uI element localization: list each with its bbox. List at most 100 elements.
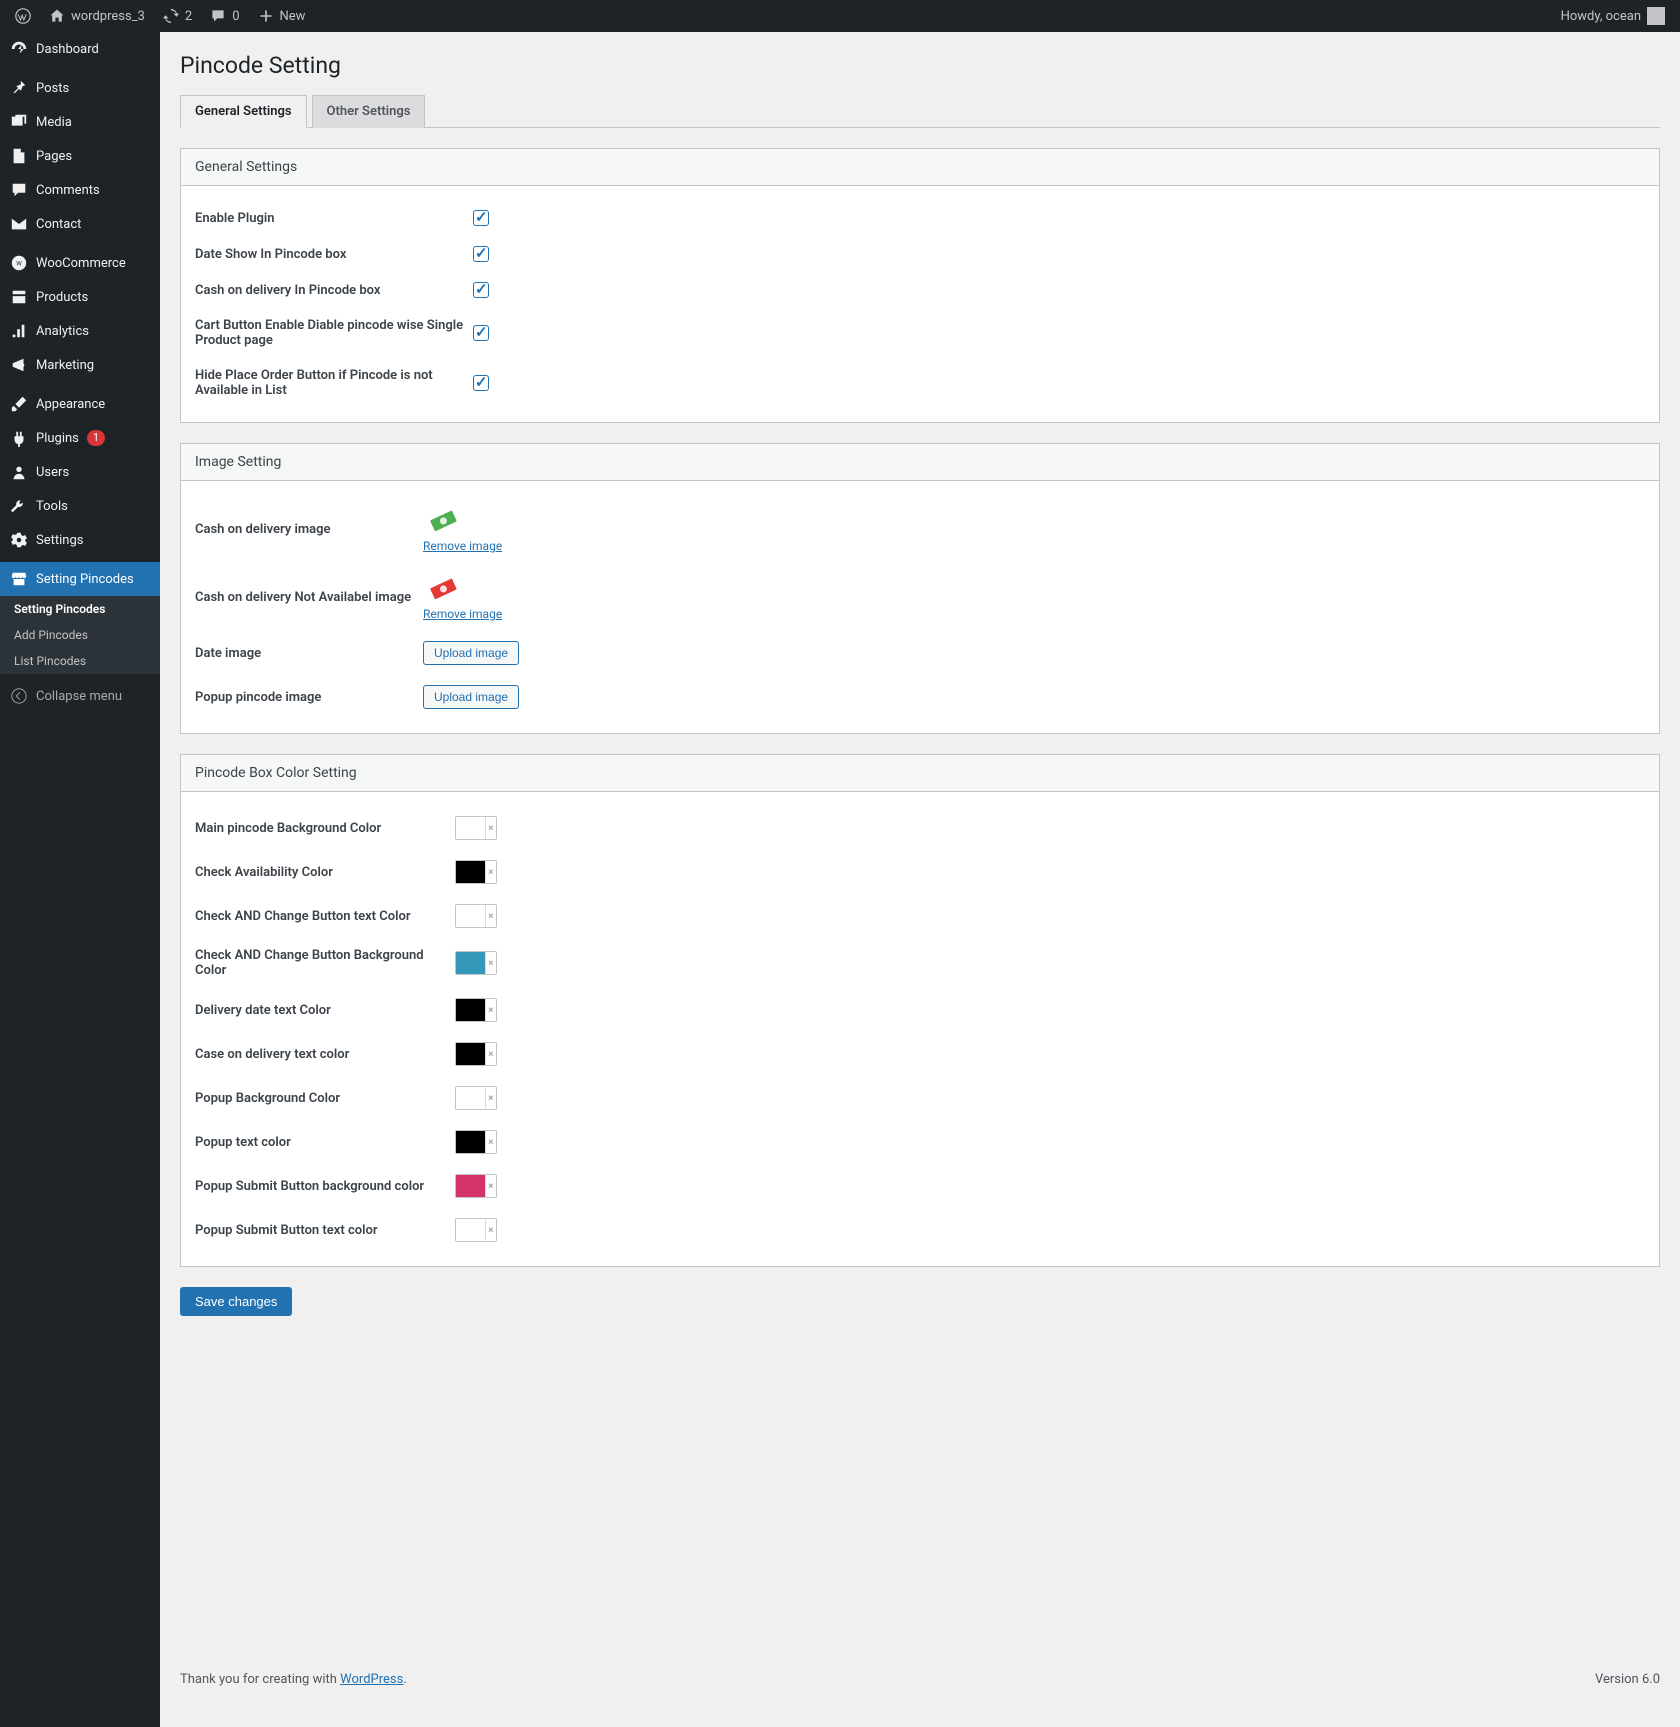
- image-row: Popup pincode imageUpload image: [195, 675, 1645, 719]
- color-clear-icon[interactable]: [485, 905, 496, 927]
- sidebar-item-woocommerce[interactable]: WWooCommerce: [0, 246, 160, 280]
- sidebar-item-pages[interactable]: Pages: [0, 139, 160, 173]
- sidebar-item-label: Settings: [36, 533, 83, 548]
- comments-link[interactable]: 0: [210, 8, 239, 24]
- color-swatch[interactable]: [455, 1130, 497, 1154]
- checkbox-4[interactable]: [473, 375, 489, 391]
- sidebar-item-plugins[interactable]: Plugins1: [0, 421, 160, 455]
- checkbox-0[interactable]: [473, 210, 489, 226]
- color-clear-icon[interactable]: [485, 999, 496, 1021]
- cash-image-red: [423, 573, 463, 603]
- wordpress-link[interactable]: WordPress: [340, 1672, 403, 1687]
- analytics-icon: [10, 322, 28, 340]
- color-fill: [456, 1175, 485, 1197]
- marketing-icon: [10, 356, 28, 374]
- sidebar-item-analytics[interactable]: Analytics: [0, 314, 160, 348]
- general-row: Cart Button Enable Diable pincode wise S…: [195, 308, 1645, 358]
- color-clear-icon[interactable]: [485, 1175, 496, 1197]
- updates-link[interactable]: 2: [163, 8, 192, 24]
- sidebar-item-dashboard[interactable]: Dashboard: [0, 32, 160, 66]
- color-fill: [456, 1087, 485, 1109]
- sidebar-item-label: Products: [36, 290, 88, 305]
- color-swatch[interactable]: [455, 904, 497, 928]
- color-swatch[interactable]: [455, 1174, 497, 1198]
- color-swatch[interactable]: [455, 860, 497, 884]
- sidebar-item-products[interactable]: Products: [0, 280, 160, 314]
- color-row: Popup Submit Button background color: [195, 1164, 1645, 1208]
- sidebar-item-settings[interactable]: Settings: [0, 523, 160, 557]
- color-swatch[interactable]: [455, 1086, 497, 1110]
- sidebar-item-tools[interactable]: Tools: [0, 489, 160, 523]
- color-fill: [456, 1043, 485, 1065]
- tab-general-settings[interactable]: General Settings: [180, 95, 307, 128]
- home-icon: [49, 8, 65, 24]
- updates-count: 2: [185, 9, 192, 24]
- updates-icon: [163, 8, 179, 24]
- sidebar-item-media[interactable]: Media: [0, 105, 160, 139]
- image-row: Cash on delivery Not Availabel imageRemo…: [195, 563, 1645, 631]
- sidebar-item-marketing[interactable]: Marketing: [0, 348, 160, 382]
- new-link[interactable]: New: [258, 8, 306, 24]
- checkbox-3[interactable]: [473, 325, 489, 341]
- color-swatch[interactable]: [455, 816, 497, 840]
- color-clear-icon[interactable]: [485, 1087, 496, 1109]
- site-link[interactable]: wordpress_3: [49, 8, 145, 24]
- image-row: Cash on delivery imageRemove image: [195, 495, 1645, 563]
- save-button[interactable]: Save changes: [180, 1287, 292, 1316]
- color-clear-icon[interactable]: [485, 1043, 496, 1065]
- footer-version: Version 6.0: [1595, 1672, 1660, 1687]
- row-label: Enable Plugin: [195, 211, 473, 226]
- avatar: [1647, 7, 1665, 25]
- store-icon: [10, 570, 28, 588]
- sidebar-sub-setting-pincodes[interactable]: Setting Pincodes: [0, 596, 160, 622]
- general-panel-header: General Settings: [181, 149, 1659, 186]
- color-panel-header: Pincode Box Color Setting: [181, 755, 1659, 792]
- sidebar-sub-add-pincodes[interactable]: Add Pincodes: [0, 622, 160, 648]
- checkbox-2[interactable]: [473, 282, 489, 298]
- sidebar-item-label: Marketing: [36, 358, 94, 373]
- cash-image-green: [423, 505, 463, 535]
- comment-icon: [210, 8, 226, 24]
- sidebar-item-setting-pincodes[interactable]: Setting Pincodes: [0, 562, 160, 596]
- color-swatch[interactable]: [455, 1042, 497, 1066]
- color-row: Check Availability Color: [195, 850, 1645, 894]
- color-swatch[interactable]: [455, 951, 497, 975]
- checkbox-1[interactable]: [473, 246, 489, 262]
- remove-image-link[interactable]: Remove image: [423, 607, 502, 621]
- color-clear-icon[interactable]: [485, 1219, 496, 1241]
- howdy-link[interactable]: Howdy, ocean: [1561, 7, 1665, 25]
- row-label: Popup Background Color: [195, 1091, 455, 1106]
- color-swatch[interactable]: [455, 998, 497, 1022]
- woo-icon: W: [10, 254, 28, 272]
- remove-image-link[interactable]: Remove image: [423, 539, 502, 553]
- row-label: Popup Submit Button background color: [195, 1179, 455, 1194]
- row-label: Cart Button Enable Diable pincode wise S…: [195, 318, 473, 348]
- user-icon: [10, 463, 28, 481]
- wrench-icon: [10, 497, 28, 515]
- upload-image-button[interactable]: Upload image: [423, 685, 519, 709]
- color-row: Popup Background Color: [195, 1076, 1645, 1120]
- sidebar-sub-list-pincodes[interactable]: List Pincodes: [0, 648, 160, 674]
- admin-bar-right: Howdy, ocean: [1561, 7, 1665, 25]
- color-clear-icon[interactable]: [485, 861, 496, 883]
- sidebar-item-comments[interactable]: Comments: [0, 173, 160, 207]
- color-swatch[interactable]: [455, 1218, 497, 1242]
- color-clear-icon[interactable]: [485, 1131, 496, 1153]
- wp-logo[interactable]: [15, 8, 31, 24]
- howdy-text: Howdy, ocean: [1561, 9, 1641, 24]
- sidebar-item-users[interactable]: Users: [0, 455, 160, 489]
- sidebar-item-appearance[interactable]: Appearance: [0, 387, 160, 421]
- admin-bar-left: wordpress_3 2 0 New: [15, 8, 305, 24]
- upload-image-button[interactable]: Upload image: [423, 641, 519, 665]
- product-icon: [10, 288, 28, 306]
- tab-other-settings[interactable]: Other Settings: [312, 95, 426, 128]
- color-clear-icon[interactable]: [485, 952, 496, 974]
- row-label: Delivery date text Color: [195, 1003, 455, 1018]
- row-label: Popup text color: [195, 1135, 455, 1150]
- color-row: Popup text color: [195, 1120, 1645, 1164]
- collapse-menu[interactable]: Collapse menu: [0, 679, 160, 713]
- color-clear-icon[interactable]: [485, 817, 496, 839]
- sidebar-item-contact[interactable]: Contact: [0, 207, 160, 241]
- sidebar-item-posts[interactable]: Posts: [0, 71, 160, 105]
- sidebar-item-label: Dashboard: [36, 42, 99, 57]
